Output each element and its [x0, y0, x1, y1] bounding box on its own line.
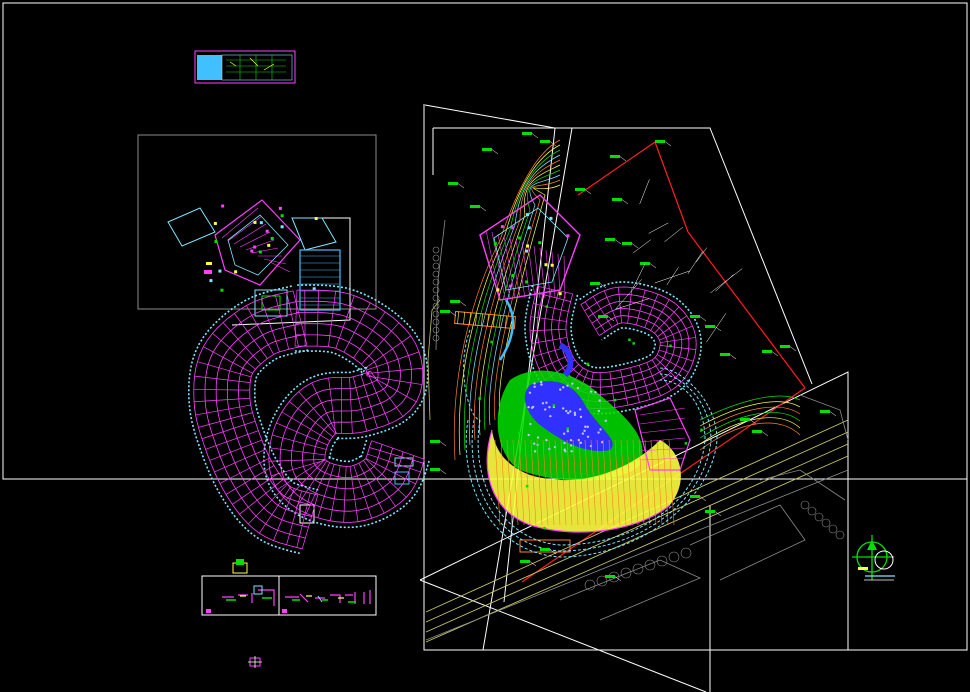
annotation-tag — [598, 315, 608, 318]
annotation-tag — [705, 325, 715, 328]
small-detail-bottom — [248, 656, 262, 668]
annotation-tag — [690, 315, 700, 318]
annotation-tag — [762, 350, 772, 353]
annotation-tag — [450, 300, 460, 303]
annotation-tag — [612, 198, 622, 201]
annotation-tag — [448, 182, 458, 185]
annotation-tag — [655, 140, 665, 143]
annotation-tag — [575, 188, 585, 191]
canvas-background — [0, 0, 970, 692]
annotation-tag — [690, 495, 700, 498]
annotation-tag — [820, 410, 830, 413]
annotation-tag — [540, 548, 550, 551]
annotation-tag — [470, 205, 480, 208]
annotation-tag — [590, 282, 600, 285]
annotation-tag — [605, 575, 615, 578]
annotation-tag — [605, 238, 615, 241]
annotation-tag — [610, 155, 620, 158]
annotation-tag — [622, 242, 632, 245]
annotation-tag — [640, 262, 650, 265]
annotation-tag — [430, 468, 440, 471]
annotation-tag — [705, 510, 715, 513]
annotation-tag — [740, 418, 750, 421]
annotation-tag — [540, 140, 550, 143]
annotation-tag — [482, 148, 492, 151]
annotation-tag — [522, 132, 532, 135]
annotation-tag — [720, 353, 730, 356]
annotation-tag — [752, 430, 762, 433]
annotation-tag — [440, 310, 450, 313]
annotation-tag — [520, 560, 530, 563]
cad-drawing-canvas[interactable] — [0, 0, 970, 692]
annotation-tag — [430, 440, 440, 443]
annotation-tag — [780, 345, 790, 348]
